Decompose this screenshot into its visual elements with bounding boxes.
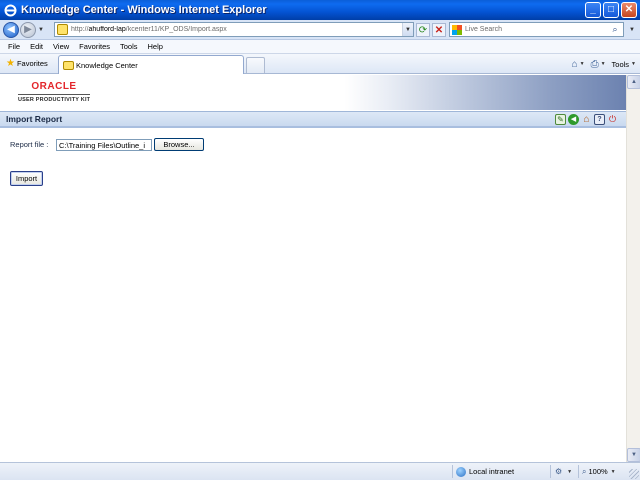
address-dropdown-button[interactable]: ▼ xyxy=(402,23,413,36)
chevron-down-icon: ▼ xyxy=(629,26,635,33)
tab-label: Knowledge Center xyxy=(76,60,138,70)
home-icon[interactable]: ⌂ xyxy=(581,114,592,125)
window-title: Knowledge Center - Windows Internet Expl… xyxy=(21,4,267,16)
window-title-bar[interactable]: Knowledge Center - Windows Internet Expl… xyxy=(0,0,640,20)
internet-explorer-icon xyxy=(3,3,17,17)
search-field[interactable]: Live Search xyxy=(449,22,624,37)
search-options-dropdown[interactable]: ▼ xyxy=(626,22,638,37)
logout-icon[interactable]: ⏻ xyxy=(607,114,618,125)
maximize-icon: □ xyxy=(607,4,615,15)
stop-button[interactable]: ✕ xyxy=(432,23,446,37)
tools-button[interactable]: Tools xyxy=(612,60,630,69)
print-icon[interactable]: ⎙ xyxy=(591,59,599,70)
address-field[interactable]: http://ahufford-lap/kcenter11/KP_ODS/Imp… xyxy=(54,22,414,37)
logo-subtext: USER PRODUCTIVITY KIT xyxy=(18,97,91,103)
navigation-bar: ◀ ▶ ▼ http://ahufford-lap/kcenter11/KP_O… xyxy=(0,20,640,40)
scroll-down-button[interactable]: ▼ xyxy=(627,448,640,462)
window-controls: _ □ ✕ xyxy=(585,2,637,18)
zone-label: Local intranet xyxy=(469,467,515,476)
menu-edit[interactable]: Edit xyxy=(25,42,48,51)
stop-icon: ✕ xyxy=(434,24,444,36)
chevron-down-icon: ▼ xyxy=(610,468,616,475)
chevron-down-icon: ▼ xyxy=(405,26,411,33)
vertical-scrollbar[interactable]: ▲ ▼ xyxy=(626,75,640,462)
menu-favorites[interactable]: Favorites xyxy=(74,42,115,51)
search-button[interactable]: ⌕ xyxy=(608,23,622,36)
zoom-button[interactable]: ⌕ 100% ▼ xyxy=(578,465,628,478)
banner: ORACLE USER PRODUCTIVITY KIT xyxy=(0,75,626,110)
menu-bar: File Edit View Favorites Tools Help xyxy=(0,40,640,54)
menu-view[interactable]: View xyxy=(48,42,74,51)
forward-arrow-icon: ▶ xyxy=(24,24,32,35)
chevron-down-icon[interactable]: ▼ xyxy=(580,61,585,67)
report-file-row: Report file : C:\Training Files\Outline_… xyxy=(10,138,204,151)
minimize-button[interactable]: _ xyxy=(585,2,601,18)
security-zone[interactable]: Local intranet xyxy=(452,465,548,478)
chevron-down-icon: ▼ xyxy=(567,468,573,475)
address-url[interactable]: http://ahufford-lap/kcenter11/KP_ODS/Imp… xyxy=(71,26,402,33)
report-file-label: Report file : xyxy=(10,140,49,149)
back-icon[interactable]: ◀ xyxy=(568,113,579,125)
page-icon xyxy=(57,24,68,35)
star-icon: ★ xyxy=(6,58,15,69)
status-bar: Local intranet ⚙ ▼ ⌕ 100% ▼ xyxy=(0,462,640,480)
header-toolbar: ✎ ◀ ⌂ ? ⏻ xyxy=(555,113,618,125)
search-placeholder: Live Search xyxy=(465,26,502,33)
tab-knowledge-center[interactable]: Knowledge Center xyxy=(58,55,244,74)
page-icon xyxy=(63,60,74,70)
live-search-icon xyxy=(452,24,462,35)
maximize-button[interactable]: □ xyxy=(603,2,619,18)
page-header-bar: Import Report ✎ ◀ ⌂ ? ⏻ xyxy=(0,111,626,128)
chevron-down-icon: ▼ xyxy=(38,26,44,33)
help-icon[interactable]: ? xyxy=(594,113,605,125)
edit-icon[interactable]: ✎ xyxy=(555,113,566,125)
chevron-down-icon[interactable]: ▼ xyxy=(631,61,636,67)
url-prefix: http:// xyxy=(71,26,89,33)
close-icon: ✕ xyxy=(624,4,634,15)
favorites-tab-bar: ★ Favorites Knowledge Center ⌂ ▼ ⎙ ▼ Tools… xyxy=(0,54,640,74)
protected-mode-icon: ⚙ xyxy=(555,467,563,476)
favorites-button[interactable]: ★ Favorites xyxy=(0,56,52,72)
forward-button[interactable]: ▶ xyxy=(20,21,36,38)
home-page-icon[interactable]: ⌂ xyxy=(572,59,578,70)
import-button[interactable]: Import xyxy=(10,171,43,186)
chevron-up-icon: ▲ xyxy=(631,79,637,85)
protected-mode-button[interactable]: ⚙ ▼ xyxy=(550,465,576,478)
close-window-button[interactable]: ✕ xyxy=(621,2,637,18)
logo-oracle-text: ORACLE xyxy=(31,81,77,92)
refresh-icon: ⟳ xyxy=(418,24,428,36)
magnifier-icon: ⌕ xyxy=(582,466,587,476)
logo-divider xyxy=(18,94,90,95)
command-bar: ⌂ ▼ ⎙ ▼ Tools ▼ xyxy=(572,56,636,72)
recent-pages-dropdown[interactable]: ▼ xyxy=(37,27,45,33)
oracle-upk-logo: ORACLE USER PRODUCTIVITY KIT xyxy=(18,82,90,103)
url-path: /kcenter11/KP_ODS/Import.aspx xyxy=(125,26,227,33)
intranet-globe-icon xyxy=(456,466,466,477)
menu-tools[interactable]: Tools xyxy=(115,42,143,51)
browse-button[interactable]: Browse... xyxy=(154,138,204,151)
chevron-down-icon: ▼ xyxy=(631,452,637,458)
zoom-level: 100% xyxy=(588,467,608,476)
url-host: ahufford-lap xyxy=(88,26,126,33)
menu-file[interactable]: File xyxy=(0,42,25,51)
page-content: ORACLE USER PRODUCTIVITY KIT Import Repo… xyxy=(0,75,626,462)
magnifier-icon: ⌕ xyxy=(612,24,618,34)
menu-help[interactable]: Help xyxy=(143,42,168,51)
back-arrow-icon: ◀ xyxy=(7,24,15,35)
refresh-button[interactable]: ⟳ xyxy=(416,23,430,37)
scroll-up-button[interactable]: ▲ xyxy=(627,75,640,89)
favorites-label: Favorites xyxy=(16,59,48,68)
minimize-icon: _ xyxy=(590,4,596,15)
chevron-down-icon[interactable]: ▼ xyxy=(601,61,606,67)
new-tab-button[interactable] xyxy=(246,57,265,73)
resize-grip[interactable] xyxy=(629,469,639,479)
back-button[interactable]: ◀ xyxy=(3,21,19,38)
report-file-input[interactable]: C:\Training Files\Outline_i xyxy=(56,138,152,151)
page-title: Import Report xyxy=(6,114,63,124)
